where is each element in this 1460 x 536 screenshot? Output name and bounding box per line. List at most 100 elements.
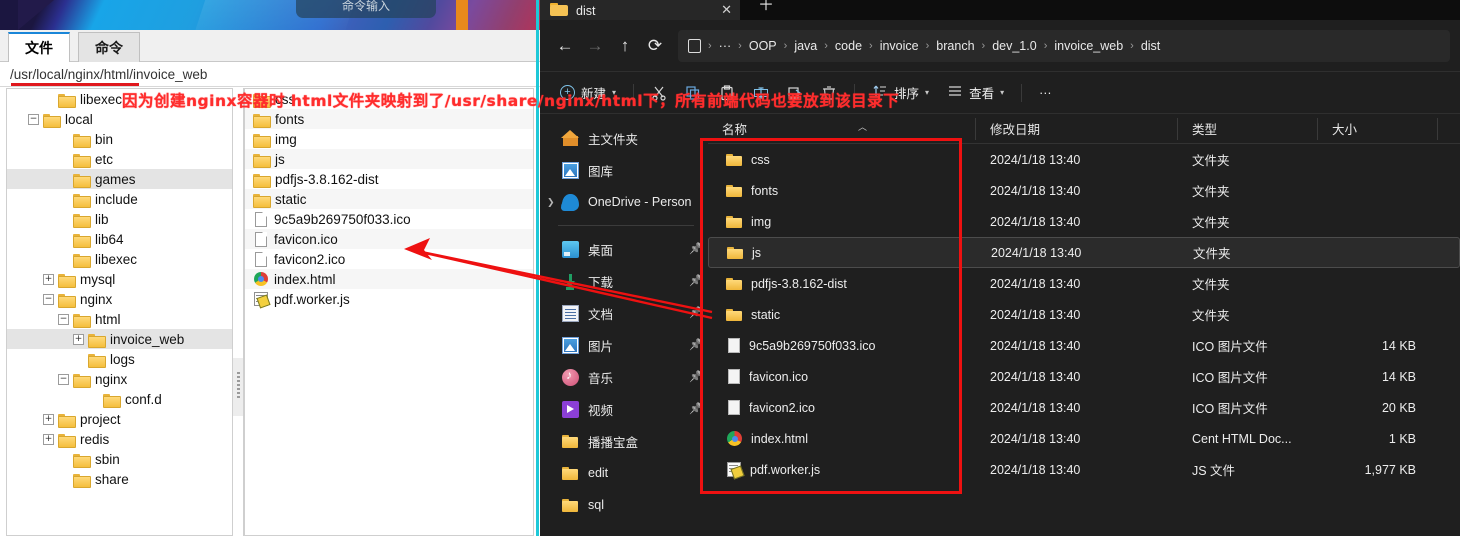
- sidebar-item-下载[interactable]: 下载 📌: [540, 265, 708, 297]
- tree-node[interactable]: + project: [7, 409, 232, 429]
- tree-node[interactable]: − nginx: [7, 289, 232, 309]
- collapse-icon[interactable]: −: [58, 313, 69, 325]
- breadcrumb-item-code[interactable]: code: [835, 39, 862, 53]
- table-row[interactable]: favicon.ico 2024/1/18 13:40 ICO 图片文件 14 KB: [708, 361, 1460, 392]
- splitter-grip[interactable]: [237, 372, 240, 400]
- column-header-date[interactable]: 修改日期: [976, 117, 1178, 140]
- expand-icon[interactable]: +: [43, 433, 54, 445]
- tree-node[interactable]: − html: [7, 309, 232, 329]
- table-row[interactable]: index.html 2024/1/18 13:40 Cent HTML Doc..…: [708, 423, 1460, 454]
- forward-button[interactable]: →: [580, 31, 610, 61]
- pin-icon[interactable]: 📌: [689, 243, 703, 255]
- breadcrumb-item-dev-1-0[interactable]: dev_1.0: [992, 39, 1036, 53]
- chevron-right-icon[interactable]: ❯: [547, 197, 555, 208]
- delete-icon[interactable]: [813, 79, 845, 107]
- table-row[interactable]: fonts 2024/1/18 13:40 文件夹: [708, 175, 1460, 206]
- pin-icon[interactable]: 📌: [689, 339, 703, 351]
- sidebar-item-文档[interactable]: 文档 📌: [540, 297, 708, 329]
- more-options-button[interactable]: ···: [1031, 79, 1060, 107]
- list-item[interactable]: 9c5a9b269750f033.ico: [245, 209, 533, 229]
- breadcrumb-item-branch[interactable]: branch: [936, 39, 974, 53]
- table-row[interactable]: pdfjs-3.8.162-dist 2024/1/18 13:40 文件夹: [708, 268, 1460, 299]
- tree-node[interactable]: logs: [7, 349, 232, 369]
- pin-icon[interactable]: 📌: [689, 371, 703, 383]
- tree-node[interactable]: lib64: [7, 229, 232, 249]
- rename-icon[interactable]: [745, 79, 777, 107]
- list-item[interactable]: img: [245, 129, 533, 149]
- back-button[interactable]: ←: [550, 31, 580, 61]
- expand-icon[interactable]: +: [43, 413, 54, 425]
- breadcrumb-item-dist[interactable]: dist: [1141, 39, 1160, 53]
- tree-node[interactable]: libexec: [7, 89, 232, 109]
- list-item[interactable]: fonts: [245, 109, 533, 129]
- list-item[interactable]: pdf.worker.js: [245, 289, 533, 309]
- tree-node[interactable]: + mysql: [7, 269, 232, 289]
- tree-node[interactable]: conf.d: [7, 389, 232, 409]
- list-item[interactable]: static: [245, 189, 533, 209]
- view-button[interactable]: 查看 ▾: [939, 79, 1012, 107]
- collapse-icon[interactable]: −: [28, 113, 39, 125]
- column-header-type[interactable]: 类型: [1178, 117, 1318, 140]
- table-row[interactable]: 9c5a9b269750f033.ico 2024/1/18 13:40 ICO 图…: [708, 330, 1460, 361]
- tree-node[interactable]: − local: [7, 109, 232, 129]
- expand-icon[interactable]: +: [73, 333, 84, 345]
- list-item[interactable]: index.html: [245, 269, 533, 289]
- tree-node[interactable]: − nginx: [7, 369, 232, 389]
- list-item[interactable]: css: [245, 89, 533, 109]
- sidebar-item-音乐[interactable]: 音乐 📌: [540, 361, 708, 393]
- copy-icon[interactable]: [677, 79, 709, 107]
- column-header-size[interactable]: 大小: [1318, 117, 1438, 140]
- sort-button[interactable]: 排序 ▾: [864, 79, 937, 107]
- pin-icon[interactable]: 📌: [689, 275, 703, 287]
- up-button[interactable]: ↑: [610, 31, 640, 61]
- table-row[interactable]: pdf.worker.js 2024/1/18 13:40 JS 文件 1,977 K…: [708, 454, 1460, 485]
- breadcrumb-item-invoice-web[interactable]: invoice_web: [1054, 39, 1123, 53]
- breadcrumb-item-oop[interactable]: OOP: [749, 39, 777, 53]
- paste-icon[interactable]: [711, 79, 743, 107]
- sidebar-item-edit[interactable]: edit: [540, 457, 708, 489]
- table-row[interactable]: img 2024/1/18 13:40 文件夹: [708, 206, 1460, 237]
- list-item[interactable]: favicon.ico: [245, 229, 533, 249]
- column-headers[interactable]: 名称 ︿ 修改日期 类型 大小: [708, 114, 1460, 144]
- pane-splitter[interactable]: [232, 88, 244, 536]
- file-list-scrollbar[interactable]: [1450, 144, 1459, 524]
- breadcrumb[interactable]: › ··· › OOP › java › code › invoice › branch › dev_1.…: [678, 29, 1450, 62]
- directory-tree[interactable]: libexec − local bin etc games include lib lib64 l…: [6, 88, 232, 536]
- tree-node[interactable]: bin: [7, 129, 232, 149]
- tree-node[interactable]: + invoice_web: [7, 329, 232, 349]
- file-rows[interactable]: css 2024/1/18 13:40 文件夹 fonts 2024/1/18 13:4…: [708, 144, 1460, 485]
- explorer-tab-dist[interactable]: dist ✕: [540, 0, 740, 20]
- tab-commands[interactable]: 命令: [78, 32, 140, 62]
- table-row[interactable]: static 2024/1/18 13:40 文件夹: [708, 299, 1460, 330]
- this-pc-icon[interactable]: [688, 38, 701, 53]
- sidebar-item-主文件夹[interactable]: 主文件夹: [540, 122, 708, 154]
- expand-icon[interactable]: +: [43, 273, 54, 285]
- refresh-button[interactable]: ⟳: [640, 31, 670, 61]
- sidebar-item-图库[interactable]: 图库: [540, 154, 708, 186]
- table-row[interactable]: favicon2.ico 2024/1/18 13:40 ICO 图片文件 20 KB: [708, 392, 1460, 423]
- tree-node[interactable]: include: [7, 189, 232, 209]
- cut-icon[interactable]: [643, 79, 675, 107]
- collapse-icon[interactable]: −: [58, 373, 69, 385]
- close-icon[interactable]: ✕: [721, 2, 732, 18]
- list-item[interactable]: pdfjs-3.8.162-dist: [245, 169, 533, 189]
- tree-node[interactable]: games: [7, 169, 232, 189]
- column-header-name[interactable]: 名称 ︿: [708, 117, 976, 140]
- tree-node[interactable]: share: [7, 469, 232, 489]
- pin-icon[interactable]: 📌: [689, 307, 703, 319]
- breadcrumb-item-invoice[interactable]: invoice: [880, 39, 919, 53]
- new-tab-button[interactable]: ＋: [752, 0, 780, 16]
- tree-node[interactable]: etc: [7, 149, 232, 169]
- pin-icon[interactable]: 📌: [689, 403, 703, 415]
- collapse-icon[interactable]: −: [43, 293, 54, 305]
- new-item-button[interactable]: + 新建 ▾: [552, 79, 624, 107]
- list-item[interactable]: js: [245, 149, 533, 169]
- sidebar-item-视频[interactable]: 视频 📌: [540, 393, 708, 425]
- share-icon[interactable]: [779, 79, 811, 107]
- tab-files[interactable]: 文件: [8, 32, 70, 62]
- tree-node[interactable]: lib: [7, 209, 232, 229]
- sidebar-item-OneDrive - Person[interactable]: ❯ OneDrive - Person: [540, 186, 708, 218]
- navigation-pane[interactable]: 主文件夹图库❯OneDrive - Person桌面📌下载📌文档📌图片📌音乐📌视…: [540, 114, 708, 536]
- table-row[interactable]: js 2024/1/18 13:40 文件夹: [708, 237, 1460, 268]
- sidebar-item-桌面[interactable]: 桌面 📌: [540, 233, 708, 265]
